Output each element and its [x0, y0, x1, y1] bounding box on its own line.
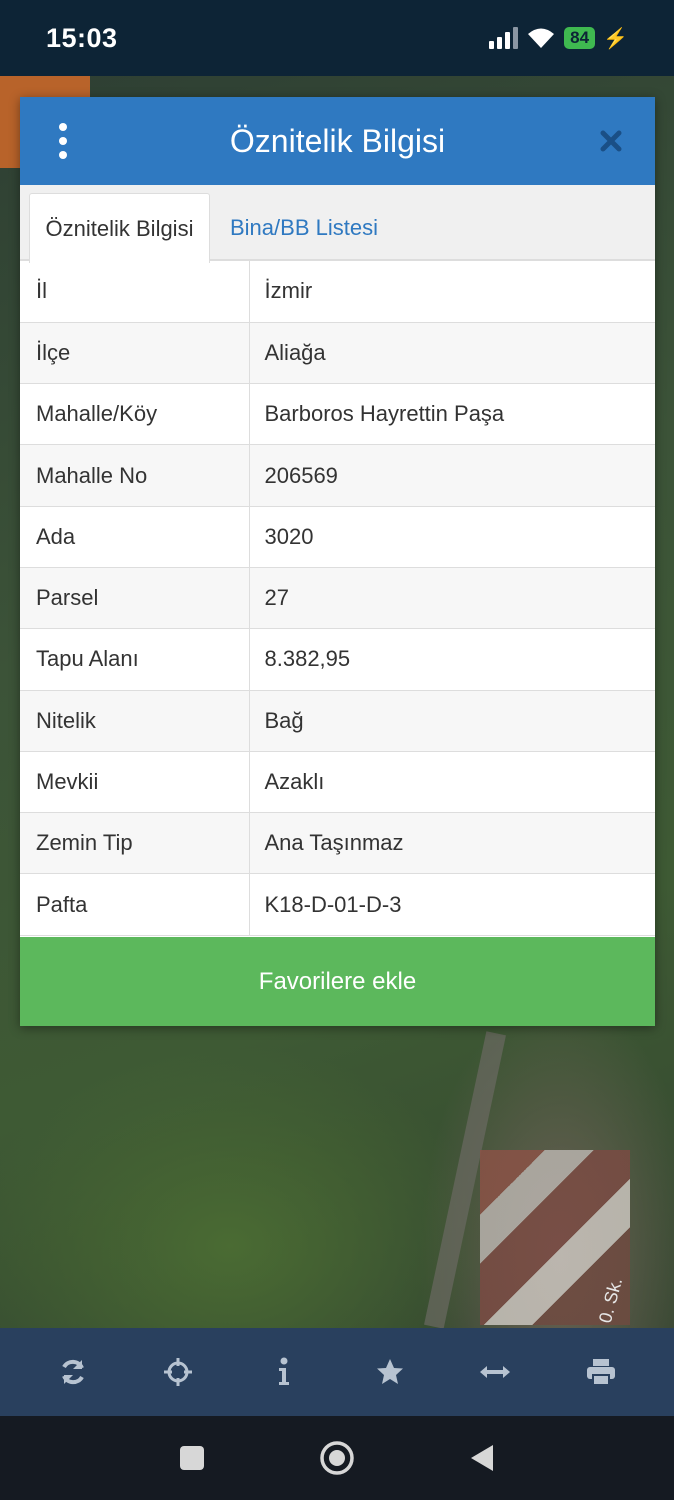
signal-icon	[489, 27, 519, 49]
battery-icon: 84	[564, 27, 596, 49]
charging-bolt-icon: ⚡	[603, 27, 628, 50]
attribute-value: Azaklı	[249, 751, 655, 814]
table-row: Tapu Alanı 8.382,95	[20, 628, 655, 691]
attribute-key: Mahalle No	[20, 444, 250, 507]
attribute-key: Mahalle/Köy	[20, 383, 250, 446]
attribute-key: Mevkii	[20, 751, 250, 814]
tab-building-list[interactable]: Bina/BB Listesi	[230, 193, 378, 263]
attribute-key: İl	[20, 261, 250, 323]
info-icon[interactable]	[254, 1342, 314, 1402]
table-row: Zemin Tip Ana Taşınmaz	[20, 812, 655, 875]
attribute-value: 3020	[249, 506, 655, 568]
attribute-value: 8.382,95	[249, 628, 655, 691]
attribute-key: Nitelik	[20, 690, 250, 752]
attribute-key: Zemin Tip	[20, 812, 250, 875]
star-icon[interactable]	[360, 1342, 420, 1402]
tab-attribute-info[interactable]: Öznitelik Bilgisi	[29, 193, 210, 263]
attribute-key: Ada	[20, 506, 250, 568]
close-icon[interactable]	[591, 121, 631, 161]
status-time: 15:03	[46, 22, 118, 53]
home-icon[interactable]	[307, 1428, 367, 1488]
back-icon[interactable]	[452, 1428, 512, 1488]
table-row: Mevkii Azaklı	[20, 751, 655, 814]
table-row: Nitelik Bağ	[20, 690, 655, 752]
attribute-value: Ana Taşınmaz	[249, 812, 655, 875]
attribute-value: 206569	[249, 444, 655, 507]
status-bar: 15:03 84 ⚡	[0, 0, 674, 76]
print-icon[interactable]	[571, 1342, 631, 1402]
attribute-key: İlçe	[20, 322, 250, 385]
attribute-value: Bağ	[249, 690, 655, 752]
system-navigation-bar	[0, 1416, 674, 1500]
attribute-value: 27	[249, 567, 655, 630]
bottom-toolbar	[0, 1328, 674, 1416]
attribute-value: K18-D-01-D-3	[249, 873, 655, 936]
attribute-key: Tapu Alanı	[20, 628, 250, 691]
menu-icon[interactable]	[50, 123, 76, 159]
table-row: İl İzmir	[20, 261, 655, 323]
attribute-key: Pafta	[20, 873, 250, 936]
attribute-value: Barboros Hayrettin Paşa	[249, 383, 655, 446]
status-icons: 84 ⚡	[489, 26, 628, 51]
attribute-key: Parsel	[20, 567, 250, 630]
table-row: Pafta K18-D-01-D-3	[20, 873, 655, 936]
dialog-header: Öznitelik Bilgisi	[20, 97, 655, 185]
recent-apps-icon[interactable]	[162, 1428, 222, 1488]
attribute-dialog: Öznitelik Bilgisi Öznitelik Bilgisi Bina…	[20, 97, 655, 1026]
attribute-value: Aliağa	[249, 322, 655, 385]
wifi-icon	[528, 28, 555, 48]
attribute-value: İzmir	[249, 261, 655, 323]
refresh-icon[interactable]	[43, 1342, 103, 1402]
attribute-table: İl İzmir İlçe Aliağa Mahalle/Köy Barboros Hay…	[20, 261, 655, 936]
table-row: Ada 3020	[20, 506, 655, 568]
table-row: İlçe Aliağa	[20, 322, 655, 385]
add-to-favorites-button[interactable]: Favorilere ekle	[20, 937, 655, 1026]
tab-bar: Öznitelik Bilgisi Bina/BB Listesi	[20, 185, 655, 263]
table-row: Mahalle/Köy Barboros Hayrettin Paşa	[20, 383, 655, 446]
crosshair-icon[interactable]	[148, 1342, 208, 1402]
dialog-title: Öznitelik Bilgisi	[229, 122, 446, 159]
table-row: Mahalle No 206569	[20, 444, 655, 507]
table-row: Parsel 27	[20, 567, 655, 630]
measure-icon[interactable]	[465, 1342, 525, 1402]
